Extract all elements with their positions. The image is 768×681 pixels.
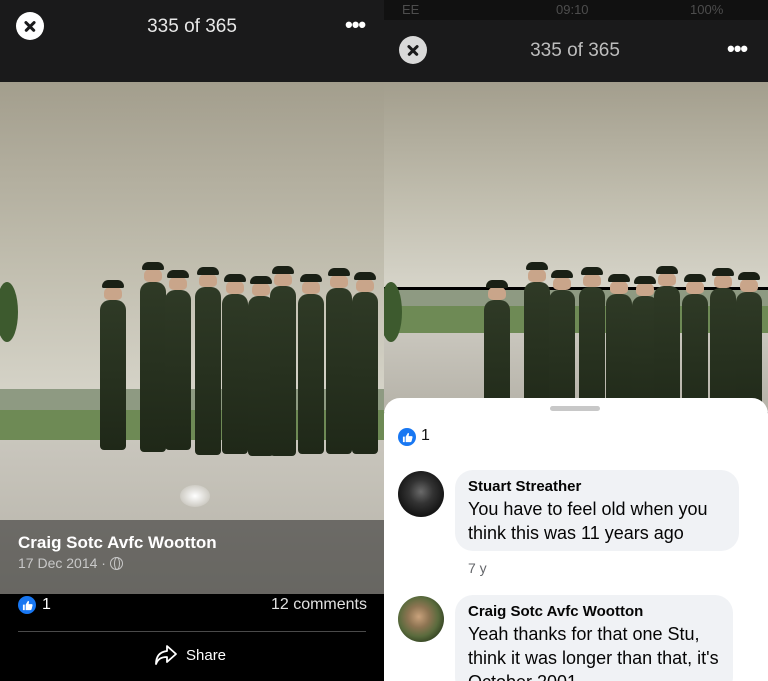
photo-counter: 335 of 365 bbox=[147, 16, 237, 37]
photo-date-text: 17 Dec 2014 · bbox=[18, 555, 106, 571]
comment-bubble[interactable]: Craig Sotc Avfc Wootton Yeah thanks for … bbox=[455, 595, 733, 681]
viewer-header: 335 of 365 ••• bbox=[384, 20, 768, 82]
photo-viewer-screens: 335 of 365 ••• Craig Sotc Avfc Wootton 1… bbox=[0, 0, 768, 681]
status-time: 09:10 bbox=[556, 2, 589, 17]
share-button[interactable]: Share bbox=[154, 644, 226, 666]
divider bbox=[18, 631, 366, 632]
status-bar: EE 09:10 100% bbox=[384, 0, 768, 20]
share-label: Share bbox=[186, 646, 227, 664]
photo-viewer-left: 335 of 365 ••• Craig Sotc Avfc Wootton 1… bbox=[0, 0, 384, 681]
share-arrow-icon bbox=[155, 645, 177, 665]
close-icon[interactable] bbox=[399, 36, 427, 64]
viewer-header: 335 of 365 ••• bbox=[0, 0, 384, 82]
like-thumb-icon bbox=[398, 428, 416, 446]
avatar[interactable] bbox=[398, 471, 444, 517]
comment-text: Yeah thanks for that one Stu, think it w… bbox=[468, 624, 719, 681]
comments-count[interactable]: 12 comments bbox=[271, 596, 367, 614]
comment-author[interactable]: Craig Sotc Avfc Wootton bbox=[468, 603, 720, 620]
comment-author[interactable]: Stuart Streather bbox=[468, 478, 726, 495]
carrier-label: EE bbox=[402, 2, 420, 17]
battery-level: 100% bbox=[690, 2, 724, 17]
like-count[interactable]: 1 bbox=[42, 596, 51, 614]
sheet-drag-handle[interactable] bbox=[550, 406, 600, 411]
globe-icon bbox=[109, 556, 123, 570]
photo-counter: 335 of 365 bbox=[530, 40, 620, 61]
close-icon[interactable] bbox=[16, 12, 44, 40]
comments-sheet: 1 Stuart Streather You have to feel old … bbox=[384, 398, 768, 681]
comment-bubble[interactable]: Stuart Streather You have to feel old wh… bbox=[455, 470, 739, 551]
avatar[interactable] bbox=[398, 596, 444, 642]
more-options-icon[interactable]: ••• bbox=[727, 38, 748, 60]
more-options-icon[interactable]: ••• bbox=[345, 14, 366, 36]
photo-author-name[interactable]: Craig Sotc Avfc Wootton bbox=[18, 533, 217, 553]
like-count[interactable]: 1 bbox=[421, 427, 430, 445]
photo-image[interactable] bbox=[0, 82, 384, 594]
photo-image[interactable] bbox=[384, 82, 768, 412]
comment-text: You have to feel old when you think this… bbox=[468, 499, 708, 543]
like-thumb-icon bbox=[18, 596, 36, 614]
comment-timestamp: 7 y bbox=[468, 560, 487, 576]
photo-date: 17 Dec 2014 · bbox=[18, 555, 123, 571]
